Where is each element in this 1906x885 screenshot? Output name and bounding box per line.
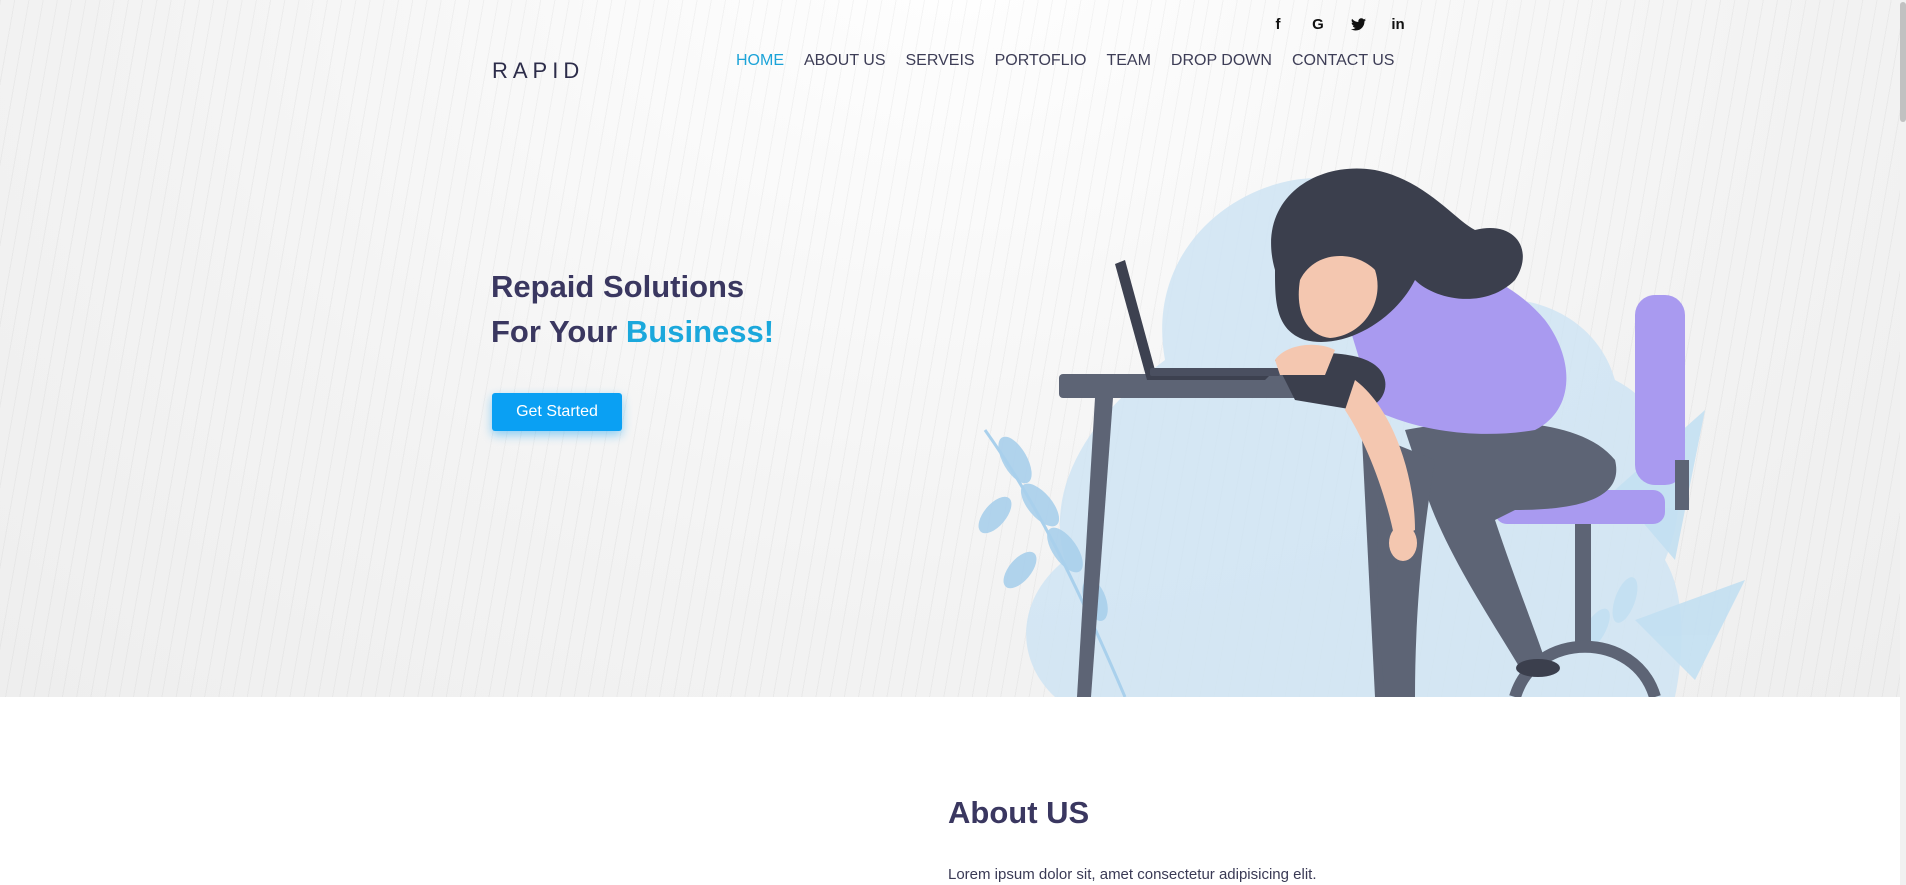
scrollbar-thumb[interactable] <box>1900 2 1906 122</box>
about-text: Lorem ipsum dolor sit, amet consectetur … <box>948 866 1317 883</box>
about-title: About US <box>948 795 1090 830</box>
brand-logo[interactable]: RAPID <box>492 58 584 84</box>
hero-section: f G in RAPID HOME ABOUT US SERVEIS PORTO… <box>0 0 1906 697</box>
google-icon[interactable]: G <box>1298 14 1338 34</box>
hero-headline: Repaid Solutions For Your Business! <box>491 264 774 354</box>
nav-item-contact-us[interactable]: CONTACT US <box>1292 52 1395 70</box>
nav-item-services[interactable]: SERVEIS <box>906 52 975 70</box>
get-started-button[interactable]: Get Started <box>492 393 622 431</box>
hero-headline-line2-prefix: For Your <box>491 314 626 349</box>
main-nav: HOME ABOUT US SERVEIS PORTOFLIO TEAM DRO… <box>736 52 1394 70</box>
hero-headline-accent: Business! <box>625 314 775 349</box>
social-links: f G in <box>1258 14 1418 34</box>
hero-headline-line1: Repaid Solutions <box>491 269 745 304</box>
page-scrollbar[interactable] <box>1900 0 1906 885</box>
facebook-icon[interactable]: f <box>1258 14 1298 34</box>
twitter-bird-shape <box>1350 17 1366 30</box>
nav-item-drop-down[interactable]: DROP DOWN <box>1171 52 1272 70</box>
linkedin-icon[interactable]: in <box>1378 14 1418 34</box>
tired-worker-illustration <box>978 168 1745 697</box>
nav-item-portfolio[interactable]: PORTOFLIO <box>995 52 1087 70</box>
nav-item-home[interactable]: HOME <box>736 52 784 70</box>
twitter-icon[interactable] <box>1338 14 1378 34</box>
nav-item-team[interactable]: TEAM <box>1106 52 1150 70</box>
nav-item-about-us[interactable]: ABOUT US <box>804 52 886 70</box>
